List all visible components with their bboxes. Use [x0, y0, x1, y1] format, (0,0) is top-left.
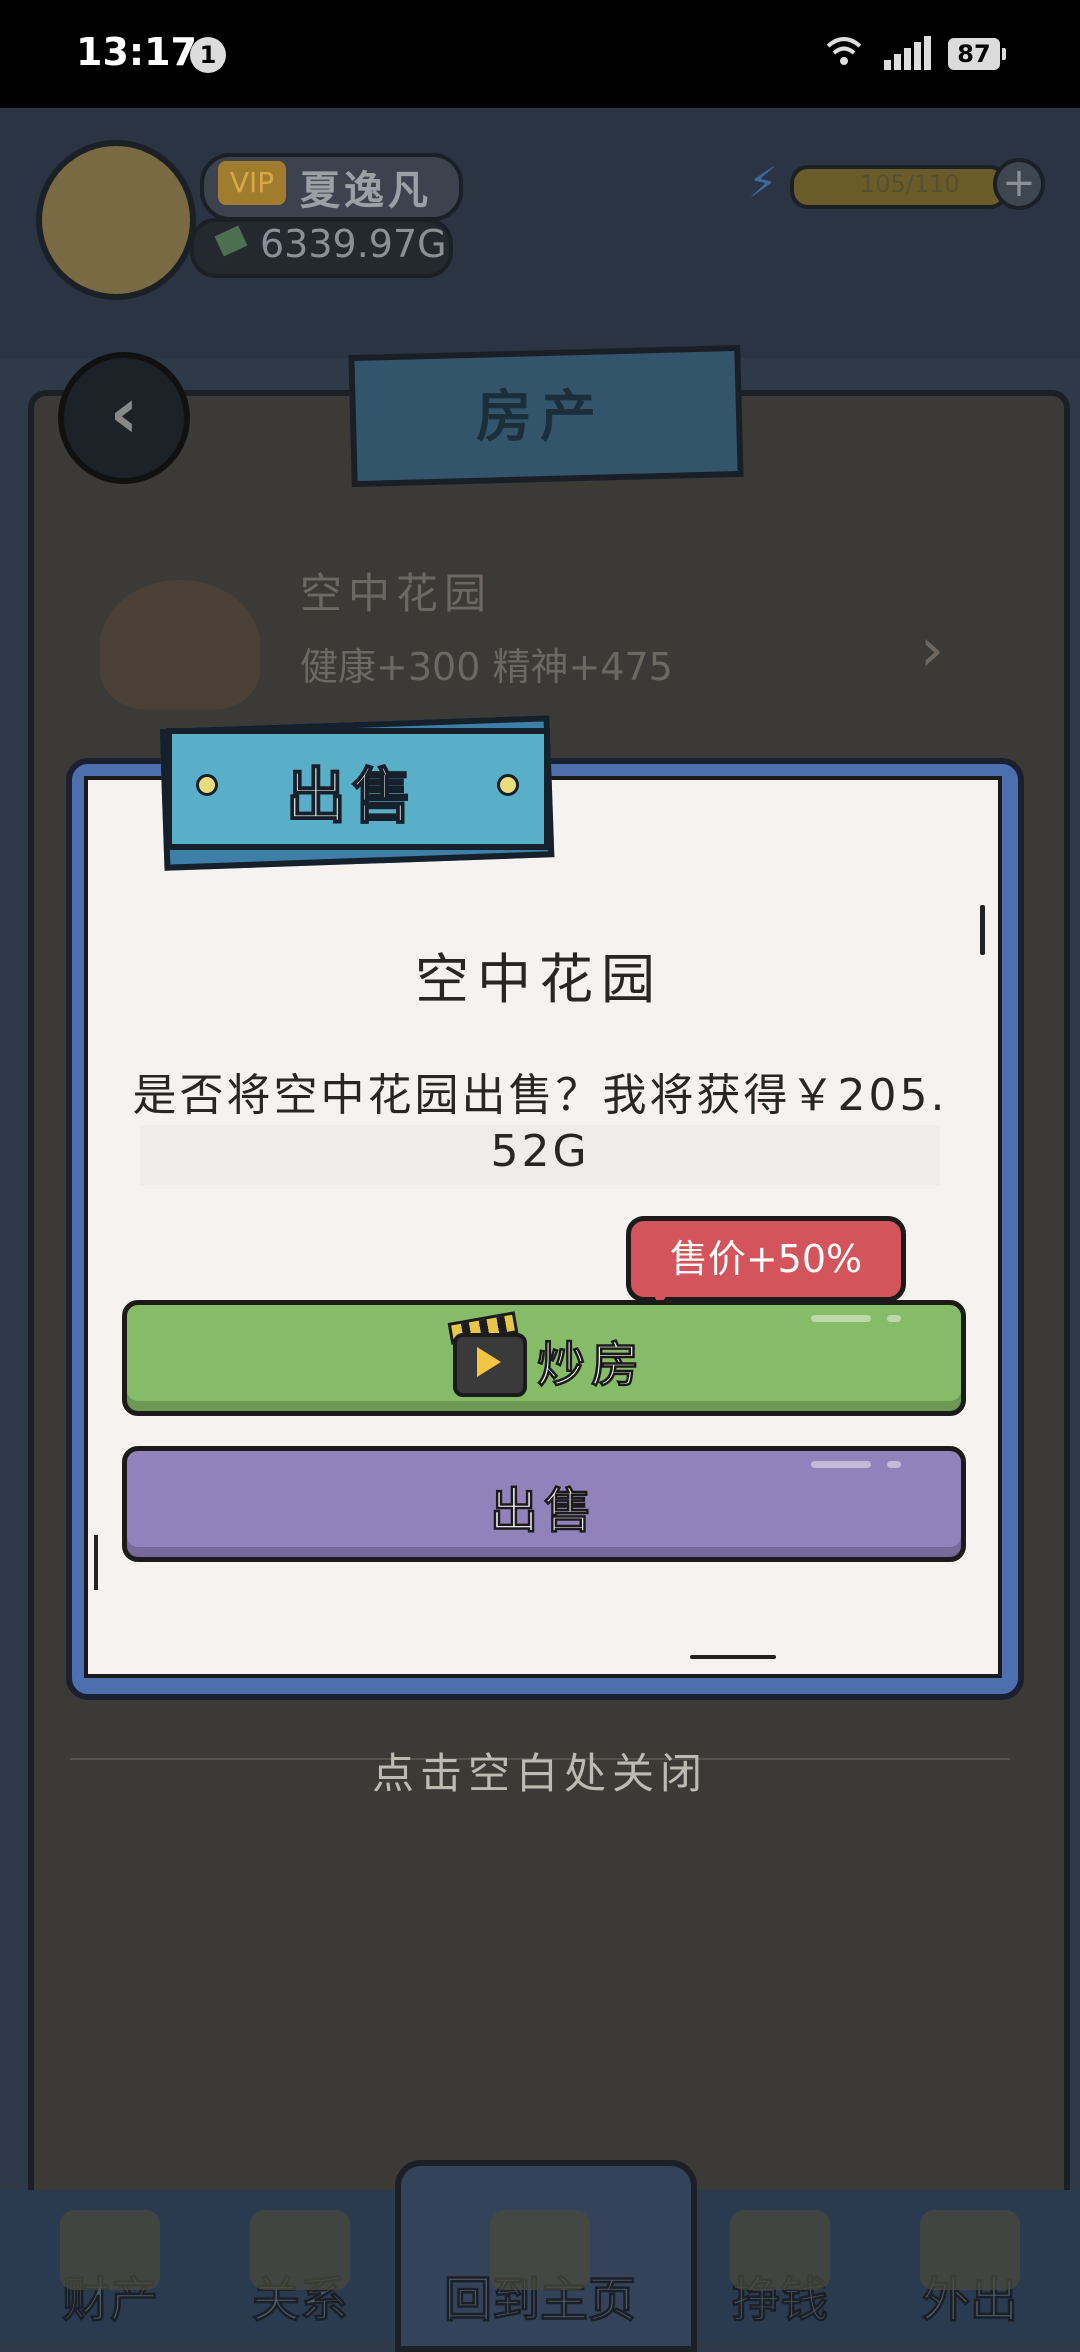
flip-house-button[interactable]: 炒房	[122, 1300, 966, 1416]
house-icon	[60, 2210, 160, 2290]
paper-edge-mark	[690, 1655, 776, 1659]
signal-icon	[884, 36, 931, 70]
player-avatar[interactable]	[36, 140, 196, 300]
dialog-title: 出售	[285, 761, 418, 833]
vip-badge: VIP	[218, 161, 286, 205]
battery-indicator: 87	[948, 38, 1006, 70]
close-hint[interactable]: 点击空白处关闭	[0, 1740, 1080, 1801]
flip-house-label: 炒房	[536, 1337, 646, 1394]
nav-item-go-out[interactable]: 外出	[880, 2210, 1060, 2340]
button-shine	[887, 1315, 901, 1322]
add-energy-button[interactable]: +	[993, 158, 1045, 210]
nav-item-home[interactable]: 回到主页	[400, 2210, 680, 2340]
property-stats: 健康+300 精神+475	[300, 645, 673, 689]
button-shine	[811, 1315, 871, 1322]
button-shine	[887, 1461, 901, 1468]
property-thumbnail	[100, 580, 260, 710]
fist-icon	[730, 2210, 830, 2290]
chevron-left-icon: ‹	[109, 372, 139, 454]
dialog-item-name: 空中花园	[415, 948, 663, 1011]
page-title: 房产	[476, 385, 604, 450]
energy-value: 105/110	[860, 170, 960, 198]
door-icon	[920, 2210, 1020, 2290]
nav-item-property[interactable]: 财产	[20, 2210, 200, 2340]
lightning-icon: ⚡	[748, 158, 778, 207]
property-name: 空中花园	[300, 569, 493, 618]
player-name: 夏逸凡	[300, 168, 432, 214]
wifi-icon	[826, 37, 862, 65]
contacts-book-icon	[250, 2210, 350, 2290]
nav-item-earn[interactable]: 挣钱	[690, 2210, 870, 2340]
sell-button[interactable]: 出售	[122, 1446, 966, 1562]
paper-edge-mark	[94, 1535, 98, 1590]
button-shine	[811, 1461, 871, 1468]
chevron-right-icon[interactable]: ›	[920, 615, 944, 685]
money-amount: 6339.97G	[260, 222, 447, 266]
sell-label: 出售	[489, 1483, 598, 1540]
nav-item-relations[interactable]: 关系	[210, 2210, 390, 2340]
back-button[interactable]: ‹	[58, 352, 190, 484]
status-time: 13:17	[76, 30, 197, 74]
notification-badge: 1	[190, 37, 226, 73]
return-arrow-icon	[490, 2210, 590, 2290]
play-icon	[477, 1347, 501, 1377]
sell-confirm-message: 是否将空中花园出售？我将获得￥205.52G	[132, 1070, 948, 1177]
